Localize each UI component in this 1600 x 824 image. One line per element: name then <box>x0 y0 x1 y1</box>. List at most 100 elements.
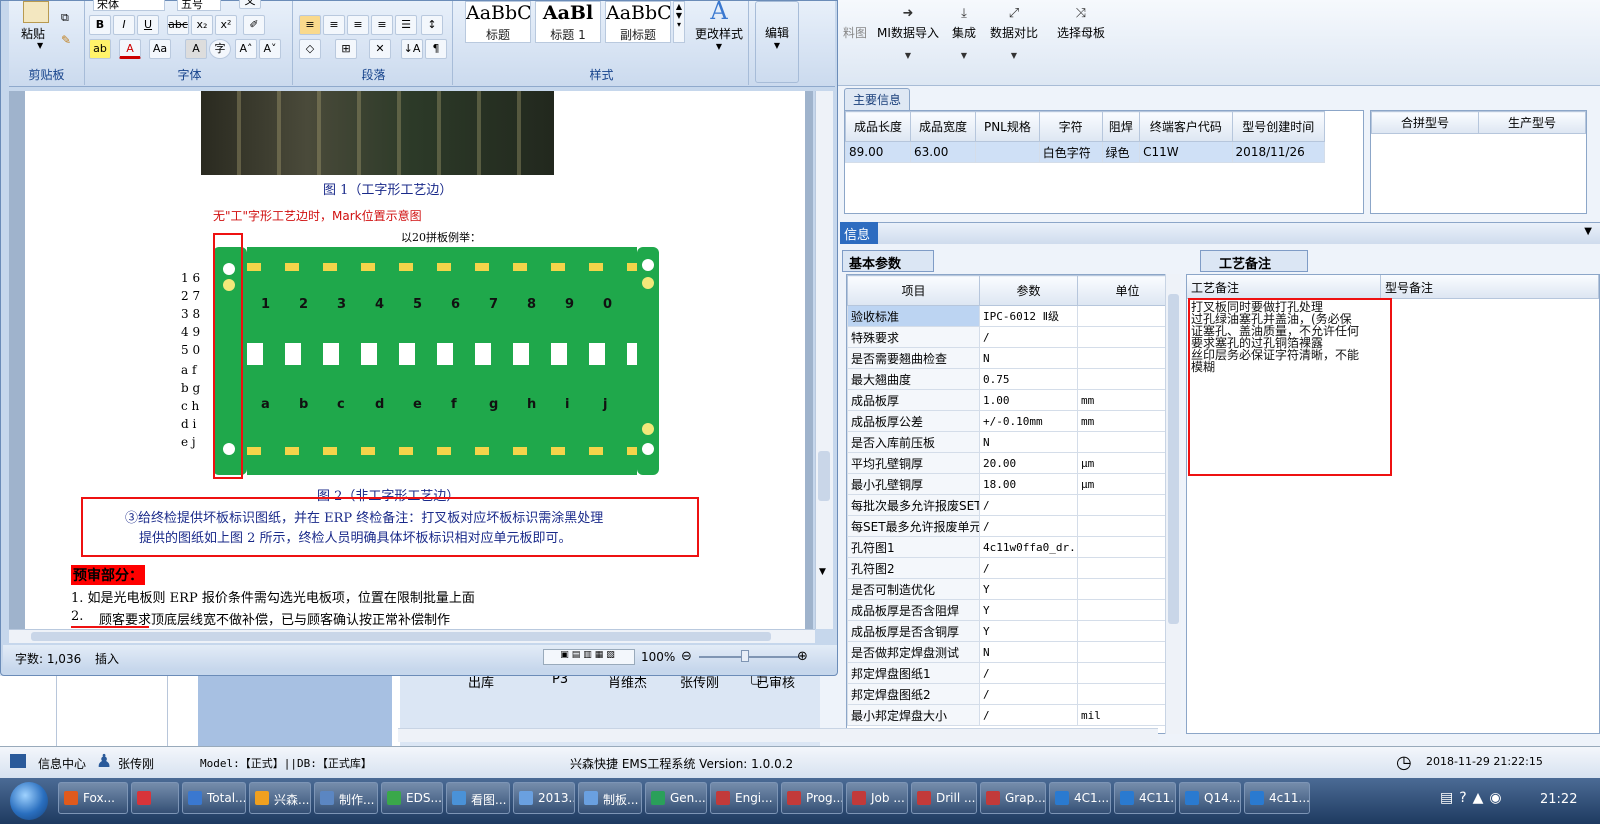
subscript-icon[interactable]: x₂ <box>191 15 213 35</box>
scroll-down-icon[interactable]: ▼ <box>819 567 826 577</box>
taskbar-item[interactable]: Fox... <box>58 782 128 814</box>
lower-list-row[interactable]: ▢ <box>750 672 1230 704</box>
taskbar-item[interactable]: 4C11... <box>1114 782 1176 814</box>
format-painter-icon[interactable]: ✎ <box>61 33 71 47</box>
taskbar-item[interactable]: 4C1... <box>1049 782 1111 814</box>
zoom-level[interactable]: 100% <box>641 650 675 664</box>
scroll-thumb[interactable] <box>31 632 771 641</box>
taskbar-item[interactable]: 2013... <box>513 782 575 814</box>
shrink-font-icon[interactable]: A˅ <box>259 39 281 59</box>
taskbar-item[interactable]: Q14... <box>1179 782 1241 814</box>
col-header[interactable]: 成品长度 <box>844 111 912 142</box>
sort-icon[interactable]: ↓A <box>401 39 423 59</box>
document-horizontal-scrollbar[interactable] <box>9 629 815 643</box>
tab-info[interactable]: 信息 <box>840 222 878 244</box>
zoom-slider-thumb[interactable] <box>741 650 749 662</box>
align-center-icon[interactable]: ≡ <box>323 15 345 35</box>
col-header[interactable]: 型号创建时间 <box>1231 111 1326 142</box>
char-shading-icon[interactable]: A <box>185 39 207 59</box>
col-header[interactable]: 单位 <box>1077 275 1178 306</box>
col-header[interactable]: PNL规格 <box>975 111 1040 142</box>
table-row[interactable]: 验收标准 IPC-6012 Ⅱ级 <box>847 305 1178 327</box>
bold-icon[interactable]: B <box>89 15 111 35</box>
start-button[interactable] <box>2 778 54 824</box>
data-compare-button[interactable]: ⤢ 数据对比 ▼ <box>988 6 1040 76</box>
justify-icon[interactable]: ≡ <box>371 15 393 35</box>
taskbar-item[interactable]: Prog... <box>781 782 843 814</box>
ems-horizontal-scrollbar[interactable] <box>398 728 1158 742</box>
highlight-icon[interactable]: ab <box>89 39 111 59</box>
scroll-thumb[interactable] <box>818 451 830 501</box>
align-right-icon[interactable]: ≡ <box>347 15 369 35</box>
select-motherboard-button[interactable]: ⤨ 选择母板 <box>1050 6 1112 76</box>
params-scrollbar[interactable] <box>1165 274 1181 734</box>
document-vertical-scrollbar[interactable]: ▼ <box>815 91 833 629</box>
mi-import-button[interactable]: ➜ MI数据导入 ▼ <box>876 6 940 76</box>
styles-scroll[interactable]: ▲ ▼ ▾ <box>673 1 685 43</box>
collapse-icon[interactable]: ▼ <box>1584 226 1592 237</box>
scroll-thumb[interactable] <box>1168 294 1179 624</box>
tab-craft-notes[interactable]: 工艺备注 <box>1200 250 1308 272</box>
change-styles-button[interactable]: A 更改样式 ▼ <box>689 0 749 51</box>
table-row[interactable]: 最大翘曲度 0.75 <box>847 368 1178 390</box>
table-row[interactable]: 是否做邦定焊盘测试 N <box>847 641 1178 663</box>
table-row[interactable]: 成品板厚公差 +/-0.10mm mm <box>847 410 1178 432</box>
insert-mode[interactable]: 插入 <box>95 650 119 667</box>
document-page[interactable]: 图 1（工字形工艺边） 无"工"字形工艺边时，Mark位置示意图 以20拼板例举… <box>25 91 805 629</box>
zoom-out-icon[interactable]: ⊖ <box>681 649 692 664</box>
col-header[interactable]: 成品宽度 <box>910 111 977 142</box>
grow-font-icon[interactable]: A˄ <box>235 39 257 59</box>
style-heading-1[interactable]: AaBl 标题 1 <box>535 1 601 43</box>
tab-basic-params[interactable]: 基本参数 <box>842 250 934 272</box>
word-count[interactable]: 字数: 1,036 <box>15 650 81 667</box>
change-case-icon[interactable]: Aa <box>149 39 171 59</box>
tab-main-info[interactable]: 主要信息 <box>844 88 911 110</box>
taskbar-item[interactable]: 4c11... <box>1244 782 1310 814</box>
line-spacing-icon[interactable]: ↕ <box>421 15 443 35</box>
table-row[interactable]: 最小孔壁铜厚 18.00 μm <box>847 473 1178 495</box>
col-header[interactable]: 生产型号 <box>1478 111 1586 134</box>
superscript-icon[interactable]: x² <box>215 15 237 35</box>
style-subtitle[interactable]: AaBbC 副标题 <box>605 1 671 43</box>
font-size-select[interactable]: 五号 <box>177 0 221 11</box>
borders-icon[interactable]: ⊞ <box>335 39 357 59</box>
table-row[interactable]: 平均孔壁铜厚 20.00 μm <box>847 452 1178 474</box>
edit-button[interactable]: 编辑 ▼ <box>755 1 799 83</box>
strikethrough-icon[interactable]: abc <box>167 15 189 35</box>
underline-icon[interactable]: U <box>137 15 159 35</box>
shading-icon[interactable]: ◇ <box>299 39 321 59</box>
zoom-slider[interactable] <box>699 656 799 658</box>
col-header[interactable]: 参数 <box>979 275 1078 306</box>
style-title[interactable]: AaBbC 标题 <box>465 1 531 43</box>
table-row[interactable]: 是否可制造优化 Y <box>847 578 1178 600</box>
table-row[interactable]: 成品板厚是否含阻焊 Y <box>847 599 1178 621</box>
col-header[interactable]: 合拼型号 <box>1371 111 1479 134</box>
view-buttons[interactable]: ▣▤▥▦▧ <box>543 649 635 665</box>
enclose-char-icon[interactable]: 字 <box>209 39 231 59</box>
chevron-down-icon[interactable]: ▼ <box>37 41 43 50</box>
tray-icons[interactable]: ▤?▲◉ <box>1440 790 1508 806</box>
taskbar-item[interactable]: 看图... <box>446 782 510 814</box>
table-row[interactable]: 成品板厚 1.00 mm <box>847 389 1178 411</box>
paste-icon[interactable] <box>23 1 49 23</box>
table-row[interactable]: 是否入库前压板 N <box>847 431 1178 453</box>
font-name-select[interactable]: 宋体 <box>93 0 165 11</box>
merge-model-grid[interactable]: 合拼型号 生产型号 <box>1370 110 1587 214</box>
copy-icon[interactable]: ⧉ <box>61 11 69 25</box>
table-row[interactable]: 每SET最多允许报废单元 / <box>847 515 1178 537</box>
taskbar-item[interactable] <box>131 782 179 814</box>
col-header[interactable]: 项目 <box>847 275 980 306</box>
font-grow-button[interactable]: 文 <box>239 0 261 9</box>
clear-format-icon[interactable]: ✐ <box>243 15 265 35</box>
table-row[interactable]: 89.00 63.00 白色字符 绿色 C11W 2018/11/26 <box>844 141 1326 163</box>
taskbar-item[interactable]: Engi... <box>710 782 778 814</box>
taskbar-item[interactable]: EDS... <box>381 782 443 814</box>
align-left-icon[interactable]: ≡ <box>299 15 321 35</box>
taskbar-item[interactable]: Gen... <box>645 782 707 814</box>
distributed-icon[interactable]: ☰ <box>395 15 417 35</box>
text-direction-icon[interactable]: ✕ <box>369 39 391 59</box>
zoom-in-icon[interactable]: ⊕ <box>797 649 808 664</box>
toolbar-button-drawing[interactable]: 料图 <box>840 6 870 76</box>
show-marks-icon[interactable]: ¶ <box>425 39 447 59</box>
info-center-link[interactable]: 信息中心 <box>38 755 86 772</box>
